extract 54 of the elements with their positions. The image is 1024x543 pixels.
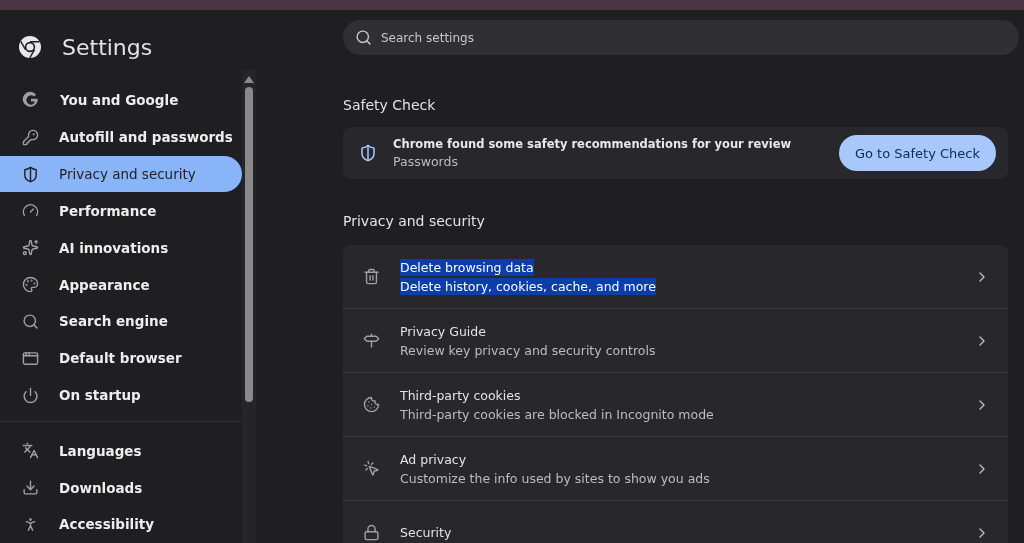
- safety-message: Chrome found some safety recommendations for your review: [393, 137, 792, 151]
- row-description: Review key privacy and security controls: [400, 341, 656, 359]
- shield-icon: [359, 144, 377, 162]
- search-icon: [22, 312, 39, 330]
- sidebar-item[interactable]: AI innovations: [0, 229, 242, 267]
- row-description: Third-party cookies are blocked in Incognito mode: [400, 405, 714, 423]
- window-icon: [22, 349, 39, 367]
- sidebar-item[interactable]: On startup: [0, 376, 242, 414]
- row-title: Ad privacy: [400, 450, 467, 468]
- row-title: Privacy Guide: [400, 322, 486, 340]
- sidebar-item[interactable]: Accessibility: [0, 506, 242, 543]
- sidebar-item[interactable]: Privacy and security: [0, 155, 242, 193]
- signpost-icon: [363, 332, 380, 349]
- sidebar-item[interactable]: Performance: [0, 192, 242, 230]
- search-field[interactable]: Search settings: [343, 20, 1019, 55]
- sidebar-item[interactable]: Autofill and passwords: [0, 118, 242, 156]
- settings-row[interactable]: Privacy Guide Review key privacy and security controls: [343, 309, 1008, 373]
- row-title: Third-party cookies: [400, 386, 521, 404]
- settings-row[interactable]: Ad privacy Customize the info used by sites to show you ads: [343, 437, 1008, 501]
- settings-row[interactable]: Third-party cookies Third-party cookies are blocked in Incognito mode: [343, 373, 1008, 437]
- chrome-logo-icon: [18, 35, 42, 59]
- scrollbar[interactable]: [242, 70, 256, 543]
- sidebar-item[interactable]: Appearance: [0, 266, 242, 303]
- scroll-up-arrow-icon[interactable]: [244, 76, 254, 83]
- translate-icon: [22, 442, 39, 460]
- power-icon: [22, 386, 39, 404]
- search-icon: [355, 29, 372, 46]
- shield-icon: [22, 165, 39, 183]
- cookie-icon: [363, 396, 380, 413]
- key-icon: [22, 128, 39, 146]
- row-description: Customize the info used by sites to show you ads: [400, 469, 710, 487]
- sidebar-item[interactable]: You and Google: [0, 82, 242, 119]
- sidebar-item[interactable]: Languages: [0, 432, 242, 470]
- settings-row[interactable]: Delete browsing data Delete history, cookies, cache, and more: [343, 245, 1008, 309]
- google-icon: [22, 91, 40, 110]
- settings-row[interactable]: Security: [343, 501, 1008, 543]
- scrollbar-thumb[interactable]: [245, 87, 253, 402]
- row-description: Delete history, cookies, cache, and more: [400, 277, 656, 295]
- palette-icon: [22, 276, 39, 294]
- row-title: Security: [400, 524, 452, 541]
- download-icon: [22, 479, 39, 497]
- settings-title: Settings: [62, 34, 153, 60]
- sidebar-item[interactable]: Search engine: [0, 302, 242, 340]
- section-heading: Privacy and security: [343, 213, 486, 229]
- safety-detail: Passwords: [393, 154, 458, 169]
- section-heading: Safety Check: [343, 97, 437, 113]
- go-to-safety-check-button[interactable]: Go to Safety Check: [838, 135, 996, 171]
- sidebar-item[interactable]: Downloads: [0, 469, 242, 507]
- lock-icon: [363, 524, 380, 541]
- row-title: Delete browsing data: [400, 258, 534, 276]
- trash-icon: [363, 268, 380, 285]
- sparkles-icon: [22, 239, 39, 257]
- pointer-click-icon: [363, 460, 380, 477]
- sidebar-item[interactable]: Default browser: [0, 339, 242, 377]
